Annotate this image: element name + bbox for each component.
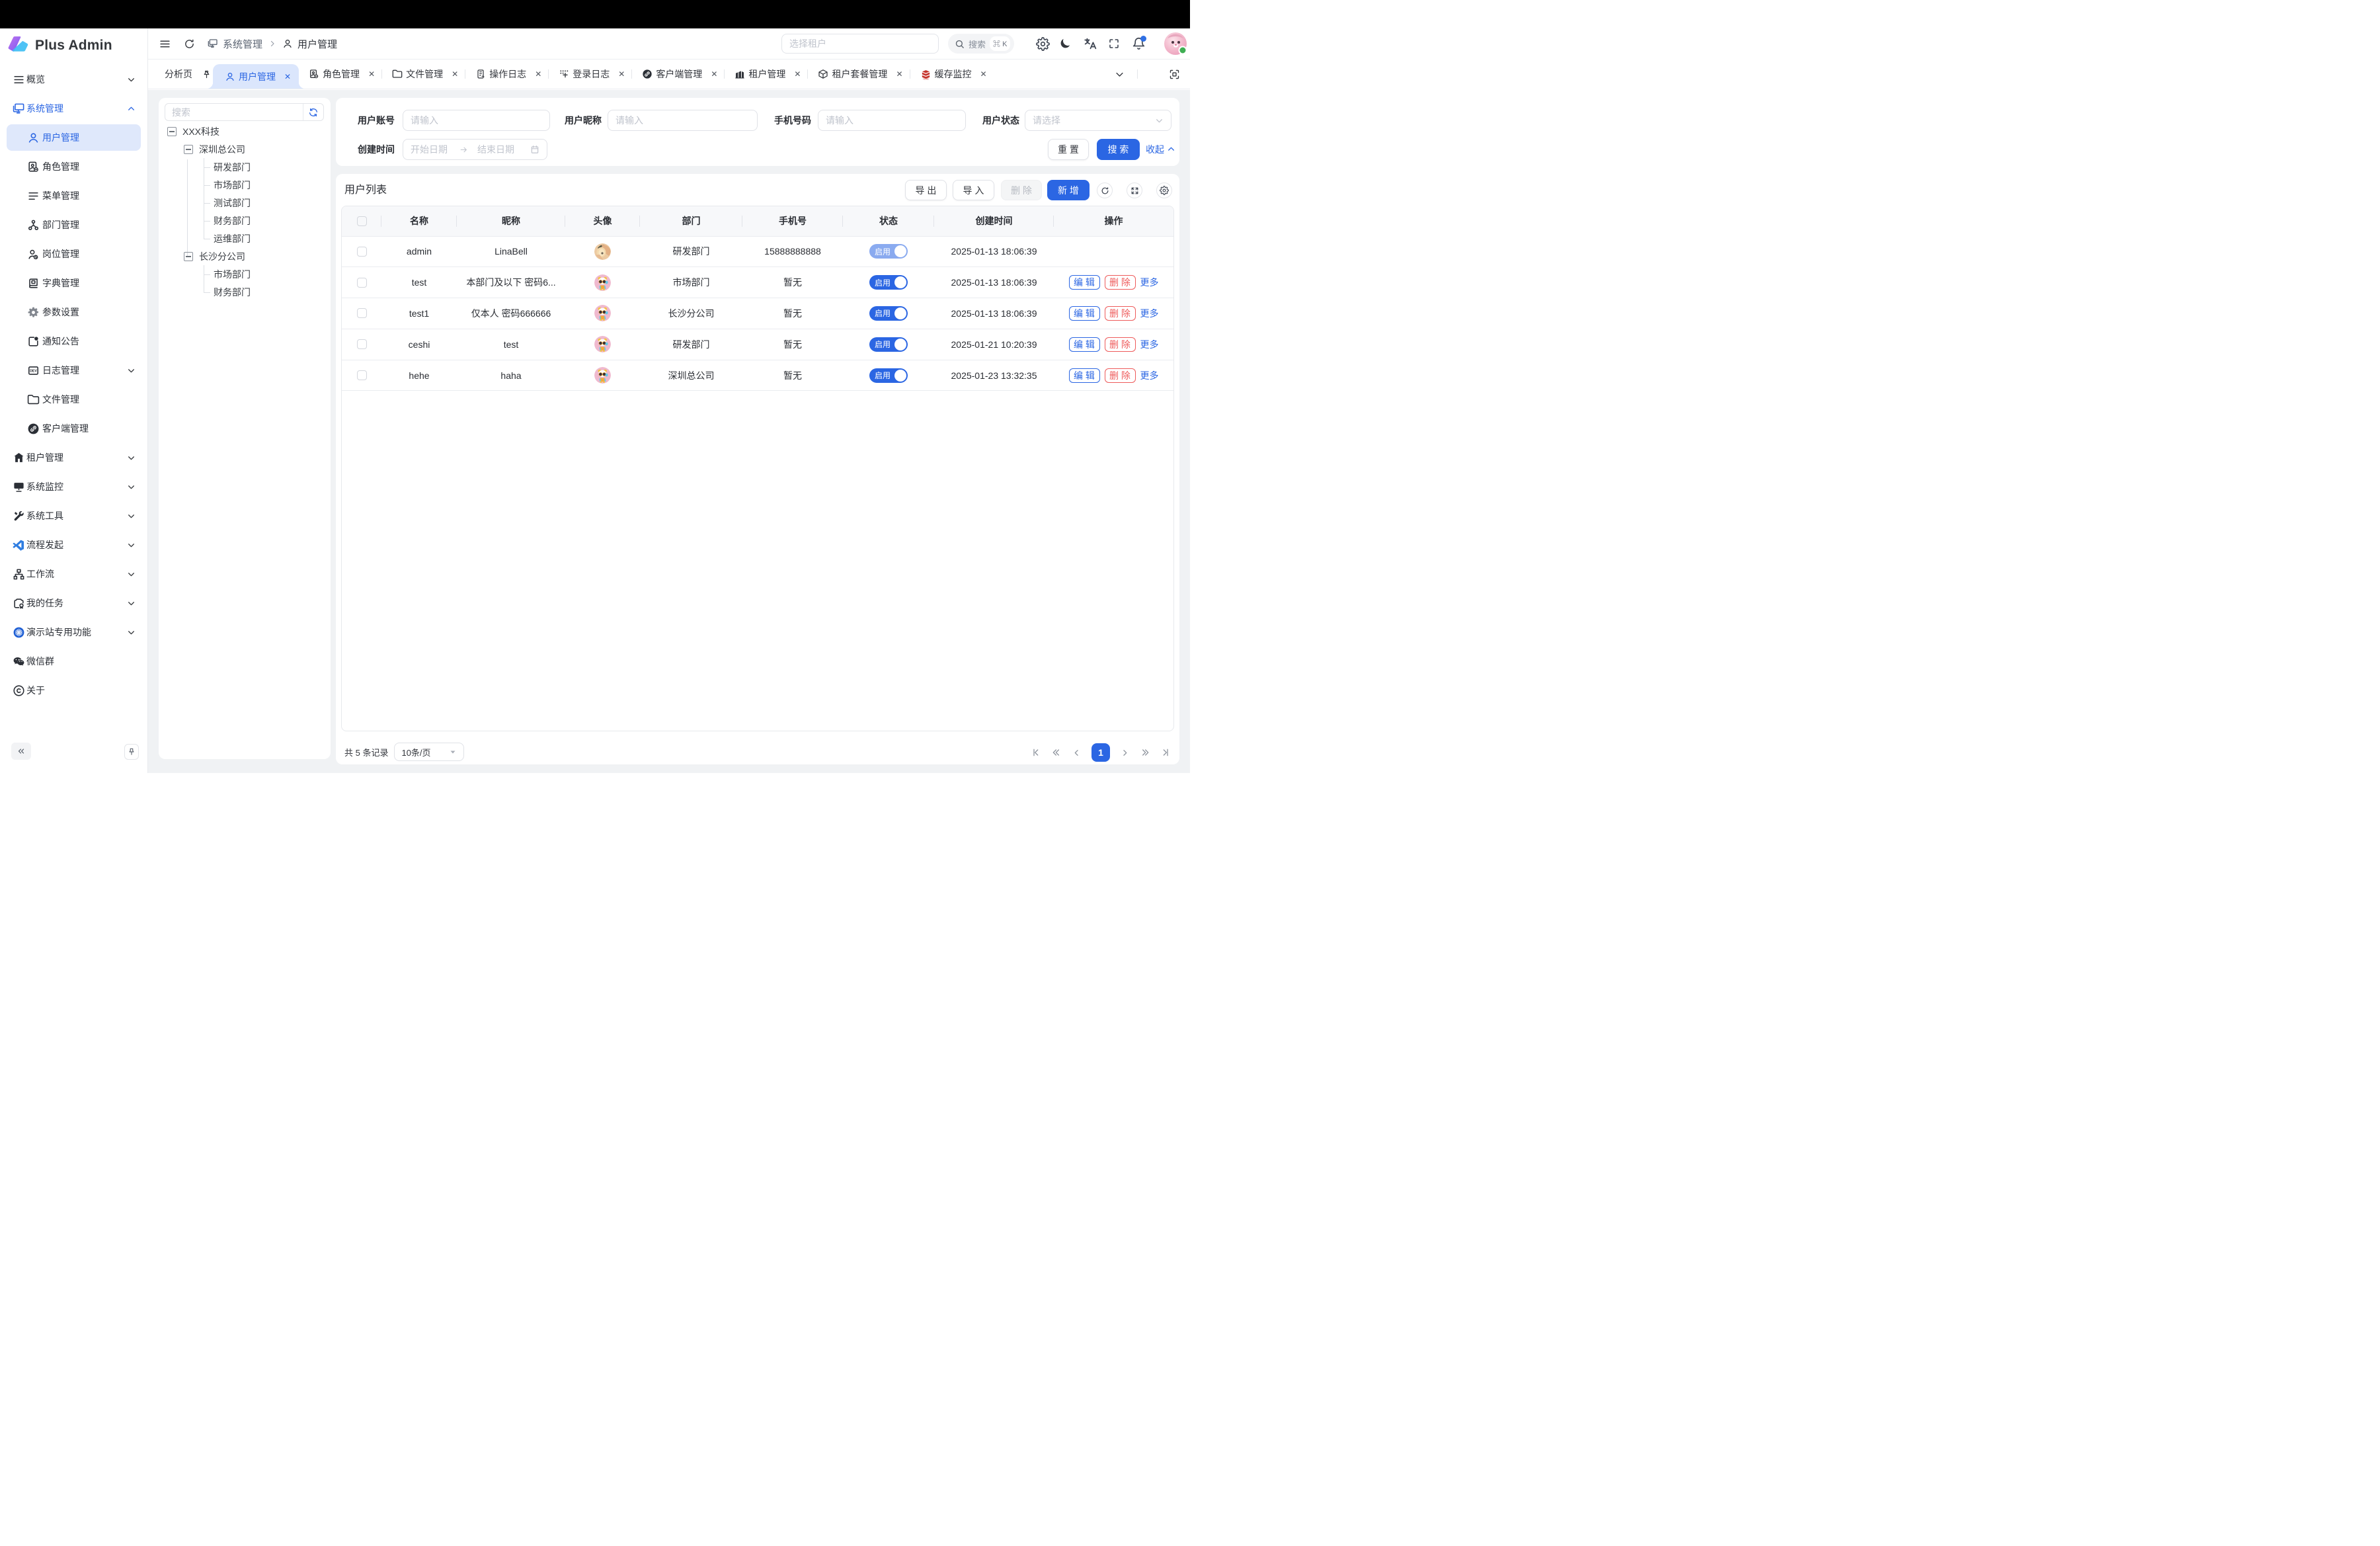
svg-text:DEV: DEV bbox=[30, 369, 37, 373]
svg-text:redis: redis bbox=[923, 77, 928, 79]
